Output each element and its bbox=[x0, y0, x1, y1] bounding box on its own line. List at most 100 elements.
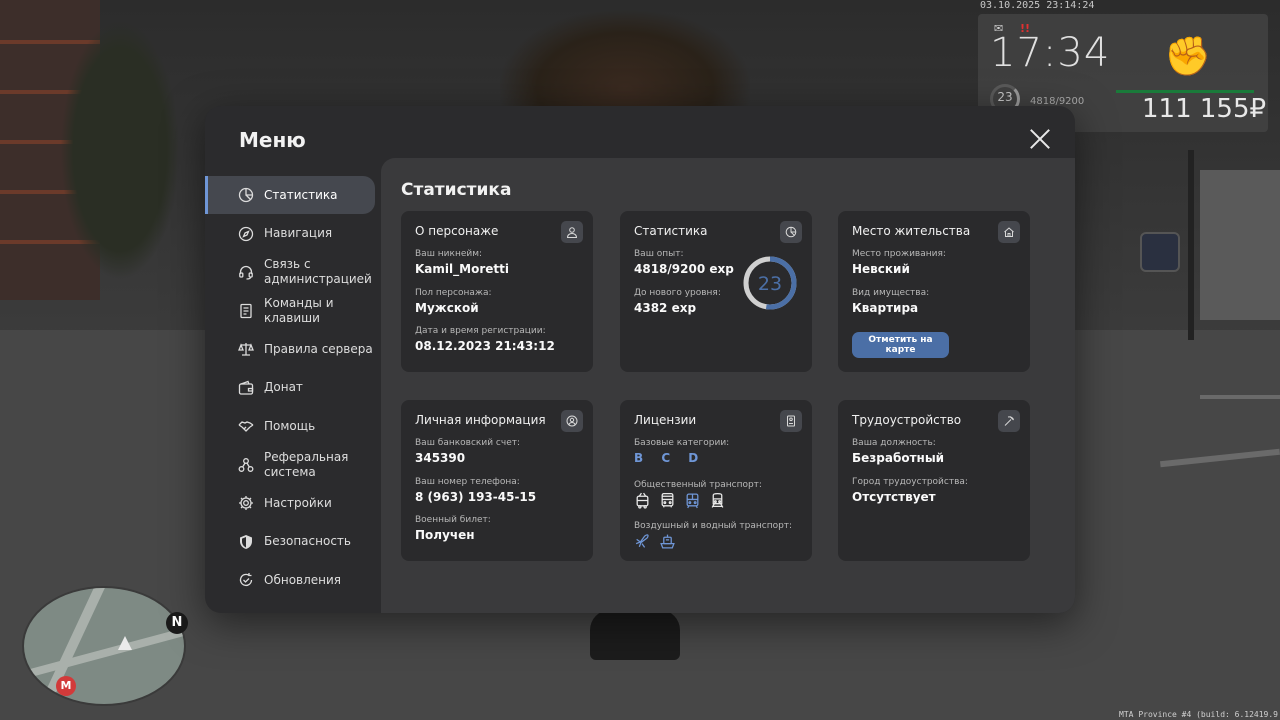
user-icon bbox=[561, 221, 583, 243]
sidebar-item-navigation[interactable]: Навигация bbox=[205, 215, 375, 253]
next-level-value: 4382 exp bbox=[634, 301, 697, 315]
sidebar-item-label: Помощь bbox=[264, 418, 316, 433]
build-info: MTA Province #4 (build: 6.12419.9 bbox=[1119, 710, 1278, 719]
shield-icon bbox=[238, 534, 254, 550]
level-value: 23 bbox=[758, 273, 782, 295]
wallet-icon bbox=[238, 380, 254, 396]
referral-icon bbox=[238, 457, 254, 473]
close-icon[interactable] bbox=[1029, 128, 1051, 150]
base-categories-label: Базовые категории: bbox=[634, 438, 730, 448]
background-building bbox=[1200, 170, 1280, 320]
air-water-transport-icons bbox=[634, 533, 676, 550]
sidebar-item-admin-contact[interactable]: Связь с администрацией bbox=[205, 253, 375, 291]
sidebar-item-label: Команды и клавиши bbox=[264, 295, 334, 325]
background-sign bbox=[1140, 232, 1180, 272]
pie-chart-icon bbox=[780, 221, 802, 243]
sidebar-item-label: Правила сервера bbox=[264, 341, 373, 356]
employment-city-value: Отсутствует bbox=[852, 490, 936, 504]
exp-label: Ваш опыт: bbox=[634, 249, 684, 259]
content-panel: Статистика О персонаже Ваш никнейм: Kami… bbox=[381, 158, 1075, 613]
fist-icon: ✊ bbox=[1164, 34, 1212, 78]
sidebar-item-referral[interactable]: Реферальная система bbox=[205, 446, 375, 484]
background-pole bbox=[1188, 150, 1194, 340]
sidebar-item-label: Настройки bbox=[264, 495, 332, 510]
sidebar-item-donate[interactable]: Донат bbox=[205, 369, 375, 407]
menu-title: Меню bbox=[239, 128, 306, 152]
property-type-value: Квартира bbox=[852, 301, 919, 315]
airplane-icon bbox=[635, 534, 649, 548]
sidebar-item-updates[interactable]: Обновления bbox=[205, 561, 375, 599]
card-title: Лицензии bbox=[634, 413, 697, 427]
hud-level: 23 bbox=[997, 90, 1013, 104]
card-title: Трудоустройство bbox=[852, 413, 962, 427]
license-icon bbox=[780, 410, 802, 432]
position-label: Ваша должность: bbox=[852, 438, 936, 448]
gear-icon bbox=[238, 495, 254, 511]
position-value: Безработный bbox=[852, 451, 945, 465]
sidebar-item-help[interactable]: Помощь bbox=[205, 407, 375, 445]
tram-icon bbox=[686, 493, 699, 509]
player-character bbox=[590, 610, 680, 660]
compass-north-icon: N bbox=[166, 612, 188, 634]
sidebar-item-label: Обновления bbox=[264, 572, 342, 587]
update-icon bbox=[238, 572, 254, 588]
metro-icon: M bbox=[56, 676, 76, 696]
sidebar: Статистика Навигация Связь с администрац… bbox=[205, 176, 381, 600]
headset-icon bbox=[238, 264, 254, 280]
exp-value: 4818/9200 exp bbox=[634, 262, 734, 276]
sidebar-item-label: Навигация bbox=[264, 226, 333, 240]
sidebar-item-settings[interactable]: Настройки bbox=[205, 484, 375, 522]
personal-info-card: Личная информация Ваш банковский счет: 3… bbox=[401, 400, 593, 561]
card-title: О персонаже bbox=[415, 224, 499, 238]
compass-icon bbox=[238, 226, 254, 242]
sidebar-item-label: Безопасность bbox=[264, 534, 351, 548]
hud-timestamp: 03.10.2025 23:14:24 bbox=[980, 0, 1095, 11]
registration-label: Дата и время регистрации: bbox=[415, 326, 546, 336]
registration-value: 08.12.2023 21:43:12 bbox=[415, 339, 555, 353]
boat-icon bbox=[660, 534, 675, 549]
card-title: Статистика bbox=[634, 224, 708, 238]
military-id-value: Получен bbox=[415, 528, 475, 542]
road-marking bbox=[1200, 395, 1280, 399]
stats-card: Статистика Ваш опыт: 4818/9200 exp До но… bbox=[620, 211, 812, 372]
home-icon bbox=[998, 221, 1020, 243]
next-level-label: До нового уровня: bbox=[634, 288, 721, 298]
license-categories: B C D bbox=[634, 451, 706, 465]
gender-label: Пол персонажа: bbox=[415, 288, 492, 298]
metro-train-icon bbox=[711, 492, 724, 508]
page-title: Статистика bbox=[401, 180, 512, 200]
player-arrow-icon bbox=[118, 636, 132, 650]
employment-card: Трудоустройство Ваша должность: Безработ… bbox=[838, 400, 1030, 561]
profile-icon bbox=[561, 410, 583, 432]
sidebar-item-label: Донат bbox=[264, 380, 303, 394]
health-bar bbox=[1116, 90, 1254, 93]
menu-modal: Меню Статистика Навигация Связь с админи… bbox=[205, 106, 1075, 613]
pickaxe-icon bbox=[998, 410, 1020, 432]
road-marking bbox=[1160, 448, 1280, 468]
public-transport-icons bbox=[634, 492, 726, 509]
sidebar-item-rules[interactable]: Правила сервера bbox=[205, 330, 375, 368]
licenses-card: Лицензии Базовые категории: B C D Общест… bbox=[620, 400, 812, 561]
phone-value: 8 (963) 193-45-15 bbox=[415, 490, 537, 504]
phone-label: Ваш номер телефона: bbox=[415, 477, 520, 487]
background-building bbox=[0, 0, 100, 300]
employment-city-label: Город трудоустройства: bbox=[852, 477, 968, 487]
nickname-label: Ваш никнейм: bbox=[415, 249, 483, 259]
property-type-label: Вид имущества: bbox=[852, 288, 930, 298]
document-icon bbox=[238, 303, 254, 319]
residence-place-value: Невский bbox=[852, 262, 910, 276]
card-title: Личная информация bbox=[415, 413, 546, 427]
trolleybus-icon bbox=[636, 492, 649, 509]
sidebar-item-security[interactable]: Безопасность bbox=[205, 523, 375, 561]
bank-account-label: Ваш банковский счет: bbox=[415, 438, 521, 448]
mark-on-map-button[interactable]: Отметить на карте bbox=[852, 332, 949, 358]
level-progress-ring: 23 bbox=[743, 256, 797, 310]
military-id-label: Военный билет: bbox=[415, 515, 491, 525]
nickname-value: Kamil_Moretti bbox=[415, 262, 509, 276]
sidebar-item-commands[interactable]: Команды и клавиши bbox=[205, 292, 375, 330]
hud-money: 111 155₽ bbox=[1142, 94, 1267, 124]
air-water-transport-label: Воздушный и водный транспорт: bbox=[634, 521, 793, 531]
sidebar-item-statistics[interactable]: Статистика bbox=[205, 176, 375, 214]
public-transport-label: Общественный транспорт: bbox=[634, 480, 762, 490]
handshake-icon bbox=[238, 418, 254, 434]
